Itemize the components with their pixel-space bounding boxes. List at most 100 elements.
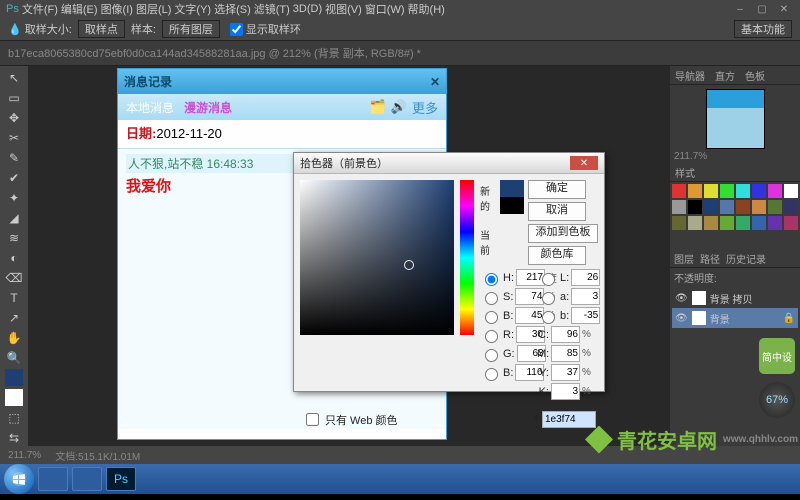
tab-history[interactable]: 历史记录 [726, 251, 766, 267]
field-c[interactable] [551, 326, 580, 343]
tab-paths[interactable]: 路径 [700, 251, 720, 267]
tool-gradient[interactable]: ◐ [5, 250, 23, 267]
color-picker-titlebar[interactable]: 拾色器（前景色） ✕ [294, 153, 604, 174]
color-library-button[interactable]: 颜色库 [528, 246, 586, 265]
tool-stamp[interactable]: ◢ [5, 210, 23, 227]
tool-marquee[interactable]: ▭ [5, 90, 23, 107]
swatch[interactable] [704, 216, 718, 230]
swatch[interactable] [752, 184, 766, 198]
swatch[interactable] [704, 200, 718, 214]
swatch[interactable] [720, 184, 734, 198]
swatch[interactable] [704, 184, 718, 198]
tool-zoom[interactable]: 🔍 [5, 349, 23, 366]
swatch[interactable] [672, 184, 686, 198]
taskbar-explorer[interactable] [38, 467, 68, 491]
menu-file[interactable]: 文件(F) [22, 1, 58, 17]
tab-navigator[interactable]: 导航器 [670, 66, 710, 84]
swatch[interactable] [768, 216, 782, 230]
swatch[interactable] [720, 216, 734, 230]
add-icon[interactable]: 🗂️ [370, 99, 386, 115]
swatch[interactable] [672, 216, 686, 230]
swatch[interactable] [720, 200, 734, 214]
workspace-preset[interactable]: 基本功能 [734, 20, 792, 38]
eye-icon[interactable]: 👁 [675, 293, 688, 304]
color-picker-close-icon[interactable]: ✕ [570, 156, 598, 170]
swatch[interactable] [752, 200, 766, 214]
tool-heal[interactable]: ✔ [5, 170, 23, 187]
field-l[interactable] [571, 269, 600, 286]
screenmode-toggle[interactable]: ⇆ [5, 429, 23, 446]
field-m[interactable] [551, 345, 580, 362]
menu-filter[interactable]: 滤镜(T) [254, 1, 290, 17]
window-close[interactable]: ✕ [774, 3, 794, 16]
taskbar-photoshop[interactable]: Ps [106, 467, 136, 491]
menu-select[interactable]: 选择(S) [214, 1, 251, 17]
radio-lab-b[interactable] [542, 311, 555, 324]
hue-slider[interactable] [460, 180, 474, 335]
taskbar-folder[interactable] [72, 467, 102, 491]
status-zoom[interactable]: 211.7% [8, 450, 41, 461]
swatch[interactable] [784, 184, 798, 198]
field-k[interactable] [551, 383, 580, 400]
add-swatch-button[interactable]: 添加到色板 [528, 224, 598, 243]
tab-roaming-messages[interactable]: 漫游消息 [184, 99, 232, 116]
chat-close-icon[interactable]: ✕ [430, 75, 440, 89]
swatch[interactable] [688, 216, 702, 230]
canvas-area[interactable]: 消息记录 ✕ 本地消息 漫游消息 🗂️ 🔊 更多 日期:2012-11-20 人… [28, 66, 670, 446]
cancel-button[interactable]: 取消 [528, 202, 586, 221]
navigator-panel[interactable]: 211.7% [670, 85, 800, 163]
background-swatch[interactable] [5, 389, 23, 406]
tool-history-brush[interactable]: ≋ [5, 230, 23, 247]
swatch[interactable] [736, 184, 750, 198]
swatch[interactable] [784, 216, 798, 230]
quickmask-toggle[interactable]: ⬚ [5, 409, 23, 426]
swatch[interactable] [752, 216, 766, 230]
field-a[interactable] [571, 288, 600, 305]
opt-show-ring-check[interactable] [230, 23, 243, 36]
web-only-check[interactable] [306, 413, 319, 426]
radio-r[interactable] [485, 330, 498, 343]
swatch[interactable] [736, 200, 750, 214]
layer-row[interactable]: 👁 背景 拷贝 [672, 288, 798, 308]
swatch[interactable] [688, 184, 702, 198]
menu-window[interactable]: 窗口(W) [365, 1, 405, 17]
field-y[interactable] [551, 364, 580, 381]
tool-brush[interactable]: ✦ [5, 190, 23, 207]
tool-type[interactable]: T [5, 289, 23, 306]
navigator-zoom[interactable]: 211.7% [674, 151, 707, 162]
swatch[interactable] [672, 200, 686, 214]
menu-help[interactable]: 帮助(H) [408, 1, 445, 17]
radio-s[interactable] [485, 292, 498, 305]
menu-view[interactable]: 视图(V) [325, 1, 362, 17]
menu-image[interactable]: 图像(I) [101, 1, 133, 17]
swatch[interactable] [784, 200, 798, 214]
tool-move[interactable]: ↖ [5, 70, 23, 87]
tool-hand[interactable]: ✋ [5, 329, 23, 346]
foreground-swatch[interactable] [5, 369, 23, 386]
layer-row[interactable]: 👁 背景 🔒 [672, 308, 798, 328]
start-button[interactable] [4, 464, 34, 494]
menu-layer[interactable]: 图层(L) [136, 1, 171, 17]
radio-b[interactable] [485, 311, 498, 324]
chat-titlebar[interactable]: 消息记录 ✕ [118, 69, 446, 94]
more-link[interactable]: 更多 [412, 98, 438, 117]
tab-styles[interactable]: 样式 [670, 163, 700, 181]
speaker-icon[interactable]: 🔊 [391, 99, 407, 115]
tab-histogram[interactable]: 直方 [710, 66, 740, 84]
swatch[interactable] [768, 184, 782, 198]
field-lab-b[interactable] [571, 307, 600, 324]
swatch[interactable] [688, 200, 702, 214]
tool-eraser[interactable]: ⌫ [5, 270, 23, 287]
tool-lasso[interactable]: ✥ [5, 110, 23, 127]
menu-3d[interactable]: 3D(D) [293, 3, 322, 15]
radio-g[interactable] [485, 349, 498, 362]
tool-path[interactable]: ↗ [5, 309, 23, 326]
radio-h[interactable] [485, 273, 498, 286]
tool-crop[interactable]: ✂ [5, 130, 23, 147]
swatch[interactable] [736, 216, 750, 230]
color-spectrum[interactable] [300, 180, 454, 335]
ok-button[interactable]: 确定 [528, 180, 586, 199]
opt-sample-size-value[interactable]: 取样点 [78, 20, 125, 38]
opt-sample-value[interactable]: 所有图层 [162, 20, 220, 38]
tab-swatches-nav[interactable]: 色板 [740, 66, 770, 84]
